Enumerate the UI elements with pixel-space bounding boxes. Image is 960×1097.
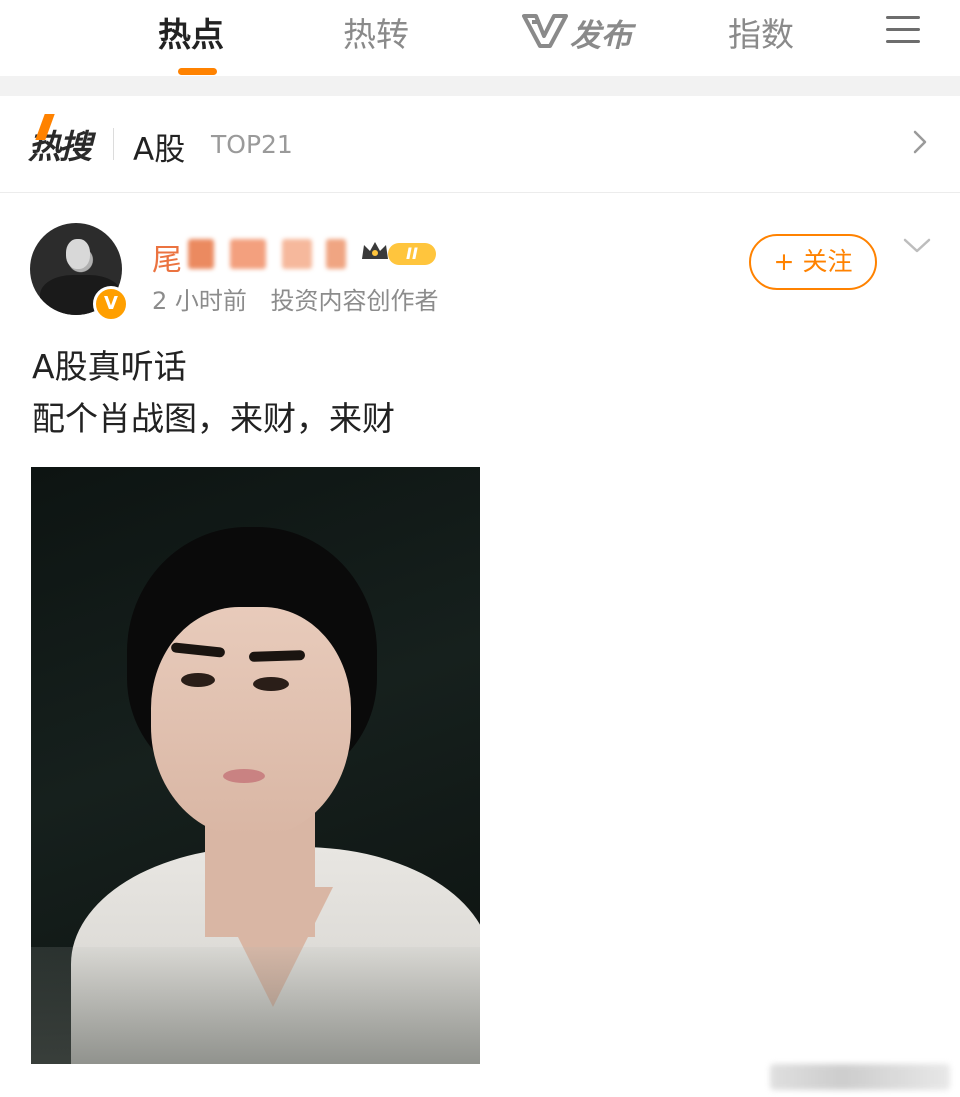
hot-search-bar[interactable]: 热搜 A股 TOP21	[0, 96, 960, 193]
post-text-line: 配个肖战图，来财，来财	[32, 399, 395, 438]
username-blurred-part	[188, 239, 214, 269]
author-role: 投资内容创作者	[270, 287, 439, 315]
tab-index[interactable]: 指数	[728, 8, 794, 56]
watermark	[770, 1064, 950, 1090]
post-meta: 2 小时前 投资内容创作者	[152, 281, 455, 316]
tab-hot[interactable]: 热点	[158, 8, 224, 56]
hot-search-logo: 热搜	[28, 114, 92, 168]
post-text: A股真听话 配个肖战图，来财，来财	[32, 341, 395, 445]
top-nav: 热点 热转 发布 指数	[0, 0, 960, 76]
level-badge: II	[388, 243, 436, 265]
crown-icon	[362, 242, 388, 259]
chevron-right-icon[interactable]	[912, 130, 928, 154]
post-photo[interactable]	[31, 467, 480, 1064]
follow-button[interactable]: + 关注	[749, 234, 877, 290]
post-text-line: A股真听话	[32, 347, 187, 386]
username-blurred-part	[230, 239, 266, 269]
active-tab-indicator	[178, 68, 217, 75]
username-blurred-part	[282, 239, 312, 269]
hot-search-topic[interactable]: A股	[133, 124, 185, 169]
username[interactable]: 尾	[152, 235, 182, 279]
tab-repost[interactable]: 热转	[343, 8, 409, 56]
hot-search-rank: TOP21	[211, 130, 293, 159]
chevron-down-icon[interactable]	[903, 237, 931, 255]
username-blurred-part	[326, 239, 346, 269]
divider	[113, 128, 114, 160]
username-row[interactable]: 尾 II	[152, 235, 452, 278]
weibo-post: V 尾 II 2 小时前 投资内容创作者 + 关注 A股真听话 配个肖战图，来财…	[0, 193, 960, 1097]
section-gap	[0, 76, 960, 96]
hamburger-menu-icon[interactable]	[886, 16, 920, 44]
verified-badge: V	[93, 286, 129, 322]
v-logo-icon	[522, 14, 568, 48]
tab-publish-label: 发布	[570, 18, 632, 54]
post-time: 2 小时前	[152, 287, 247, 315]
